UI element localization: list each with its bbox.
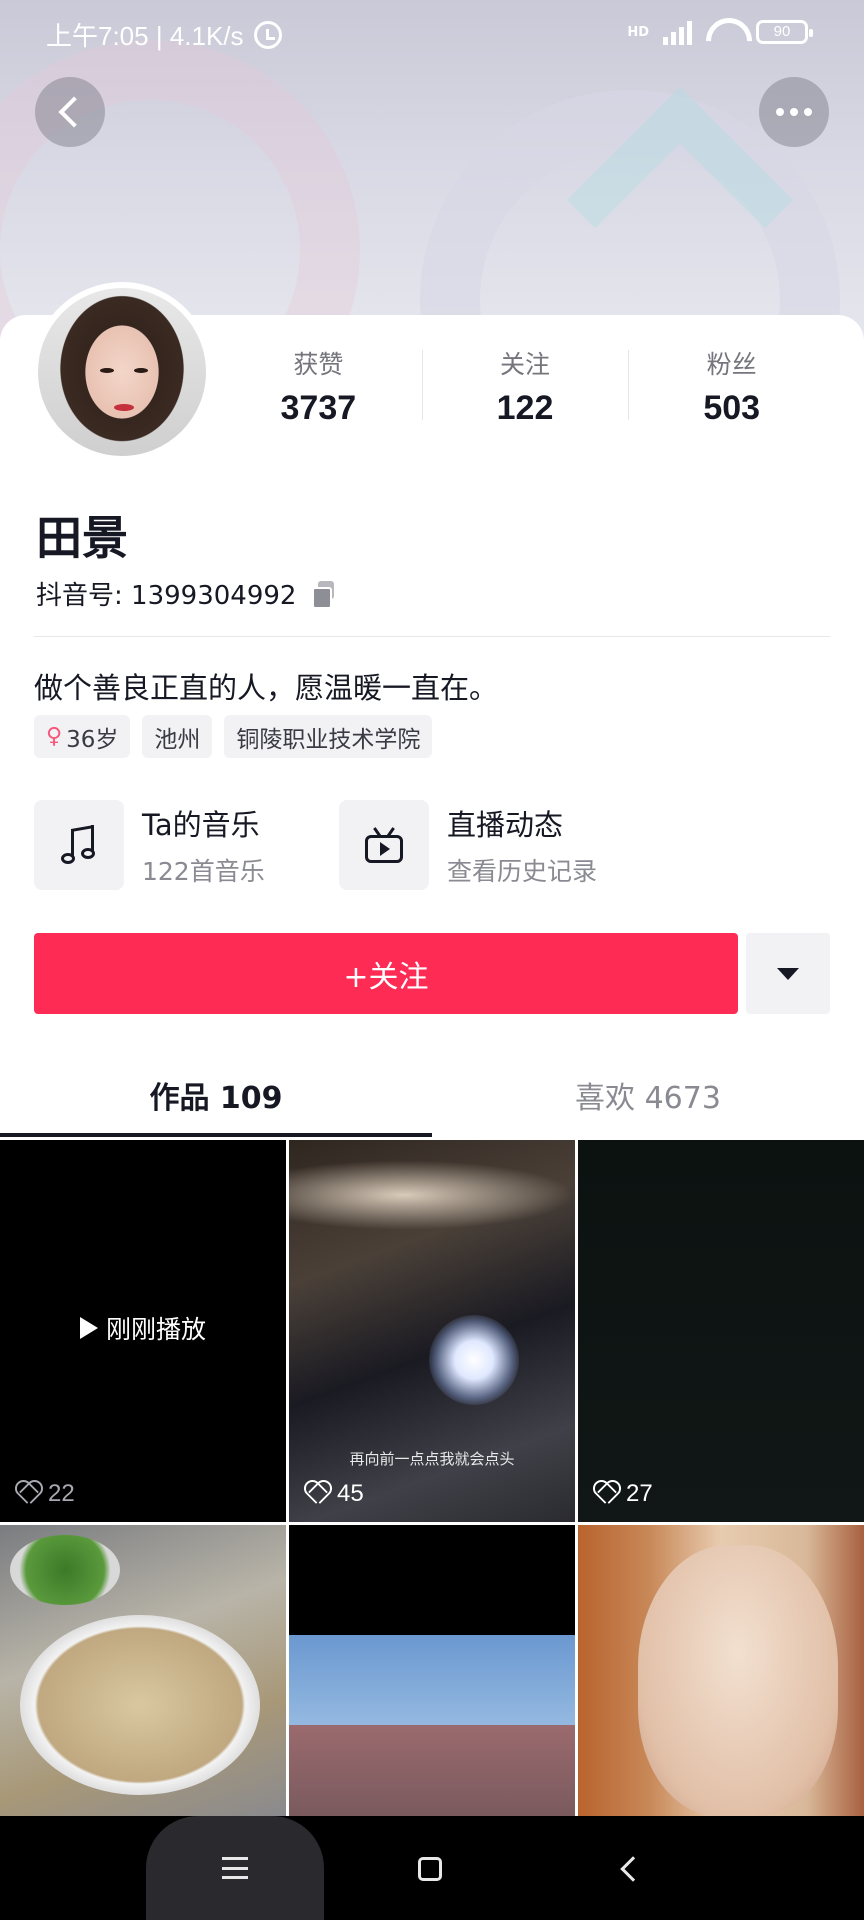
back-button[interactable] [35,77,105,147]
douyin-id: 抖音号: 1399304992 [36,581,297,611]
system-back-button[interactable] [600,1846,660,1892]
profile-tags: ♀ 36岁 池州 铜陵职业技术学院 [34,715,433,758]
stat-value: 122 [496,389,554,427]
video-thumbnail[interactable] [578,1525,864,1816]
profile-entries: Ta的音乐 122首音乐 直播动态 查看历史记录 [34,800,834,890]
entry-subtitle: 查看历史记录 [447,857,598,886]
video-caption: 再向前一点点我就会点头 [349,1450,515,1468]
wifi-icon [706,18,742,46]
avatar[interactable] [32,282,212,462]
entry-subtitle: 122首音乐 [142,857,265,886]
profile-stats: 获赞 3737 关注 122 粉丝 503 [215,345,835,427]
signal-icon [663,19,692,45]
more-dots-icon [776,108,812,116]
heart-icon [14,1482,40,1506]
alarm-icon [253,20,282,49]
live-tv-icon [365,827,403,863]
active-tab-indicator [0,1133,432,1137]
video-thumbnail[interactable]: 再向前一点点我就会点头 45 [289,1140,575,1522]
divider [34,636,830,637]
back-arrow-icon [58,96,90,128]
stat-label: 关注 [500,350,551,379]
tag-age: ♀ 36岁 [34,715,131,758]
like-count: 22 [14,1480,75,1508]
content-tabs: 作品 109 喜欢 4673 [0,1050,864,1140]
just-played-text: 刚刚播放 [105,1315,206,1344]
play-icon [79,1317,98,1339]
tag-label: 池州 [154,726,201,753]
tab-works[interactable]: 作品 109 [0,1050,432,1140]
female-icon: ♀ [46,724,63,749]
back-chevron-icon [620,1856,646,1882]
tag-label: 铜陵职业技术学院 [236,726,421,753]
stat-following[interactable]: 关注 122 [421,345,629,427]
stat-label: 粉丝 [706,350,757,379]
stat-label: 获赞 [293,350,344,379]
video-thumbnail[interactable] [289,1525,575,1816]
profile-bio: 做个善良正直的人，愿温暖一直在。 [34,671,499,705]
profile-name: 田景 [36,511,128,565]
caret-down-icon [777,967,799,980]
video-thumbnail[interactable]: 27 [578,1140,864,1522]
battery-icon: 90 [756,20,813,44]
music-entry[interactable]: Ta的音乐 122首音乐 [34,800,265,890]
home-button[interactable] [400,1846,460,1892]
music-icon-box [34,800,124,890]
stat-followers[interactable]: 粉丝 503 [628,345,835,427]
tag-school: 铜陵职业技术学院 [224,715,433,758]
entry-title: 直播动态 [447,808,564,842]
status-right: HD 90 [627,18,813,46]
stat-value: 503 [703,389,761,427]
video-thumbnail[interactable] [0,1525,286,1816]
like-count: 27 [592,1480,653,1508]
tag-label: 36岁 [66,726,119,753]
heart-icon [592,1482,618,1506]
video-grid: 刚刚播放 22 再向前一点点我就会点头 45 27 [0,1140,864,1816]
home-square-icon [418,1857,442,1881]
status-left: 上午7:05 | 4.1K/s [46,16,282,53]
system-nav-bar [0,1816,864,1920]
stat-likes[interactable]: 获赞 3737 [215,345,422,427]
like-count-value: 45 [337,1480,364,1507]
heart-icon [303,1482,329,1506]
status-time: 上午7:05 | 4.1K/s [46,21,244,51]
copy-icon[interactable] [310,580,336,609]
like-count: 45 [303,1480,364,1508]
video-thumbnail[interactable]: 刚刚播放 22 [0,1140,286,1522]
like-count-value: 22 [48,1480,75,1507]
live-icon-box [339,800,429,890]
live-entry[interactable]: 直播动态 查看历史记录 [339,800,597,890]
entry-title: Ta的音乐 [142,808,260,842]
just-played-label: 刚刚播放 [0,1310,286,1346]
status-bar: 上午7:05 | 4.1K/s HD 90 [0,0,864,66]
music-note-icon [59,824,99,865]
douyin-id-row: 抖音号: 1399304992 [36,575,336,612]
recent-apps-button[interactable] [146,1816,324,1920]
follow-button[interactable]: +关注 [34,933,738,1014]
tab-likes[interactable]: 喜欢 4673 [432,1050,864,1140]
stat-value: 3737 [280,389,357,427]
tag-location: 池州 [142,715,213,758]
network-type: HD [627,24,649,40]
more-options-button[interactable] [759,77,829,147]
like-count-value: 27 [626,1480,653,1507]
more-actions-dropdown[interactable] [746,933,830,1014]
menu-icon [222,1857,248,1879]
